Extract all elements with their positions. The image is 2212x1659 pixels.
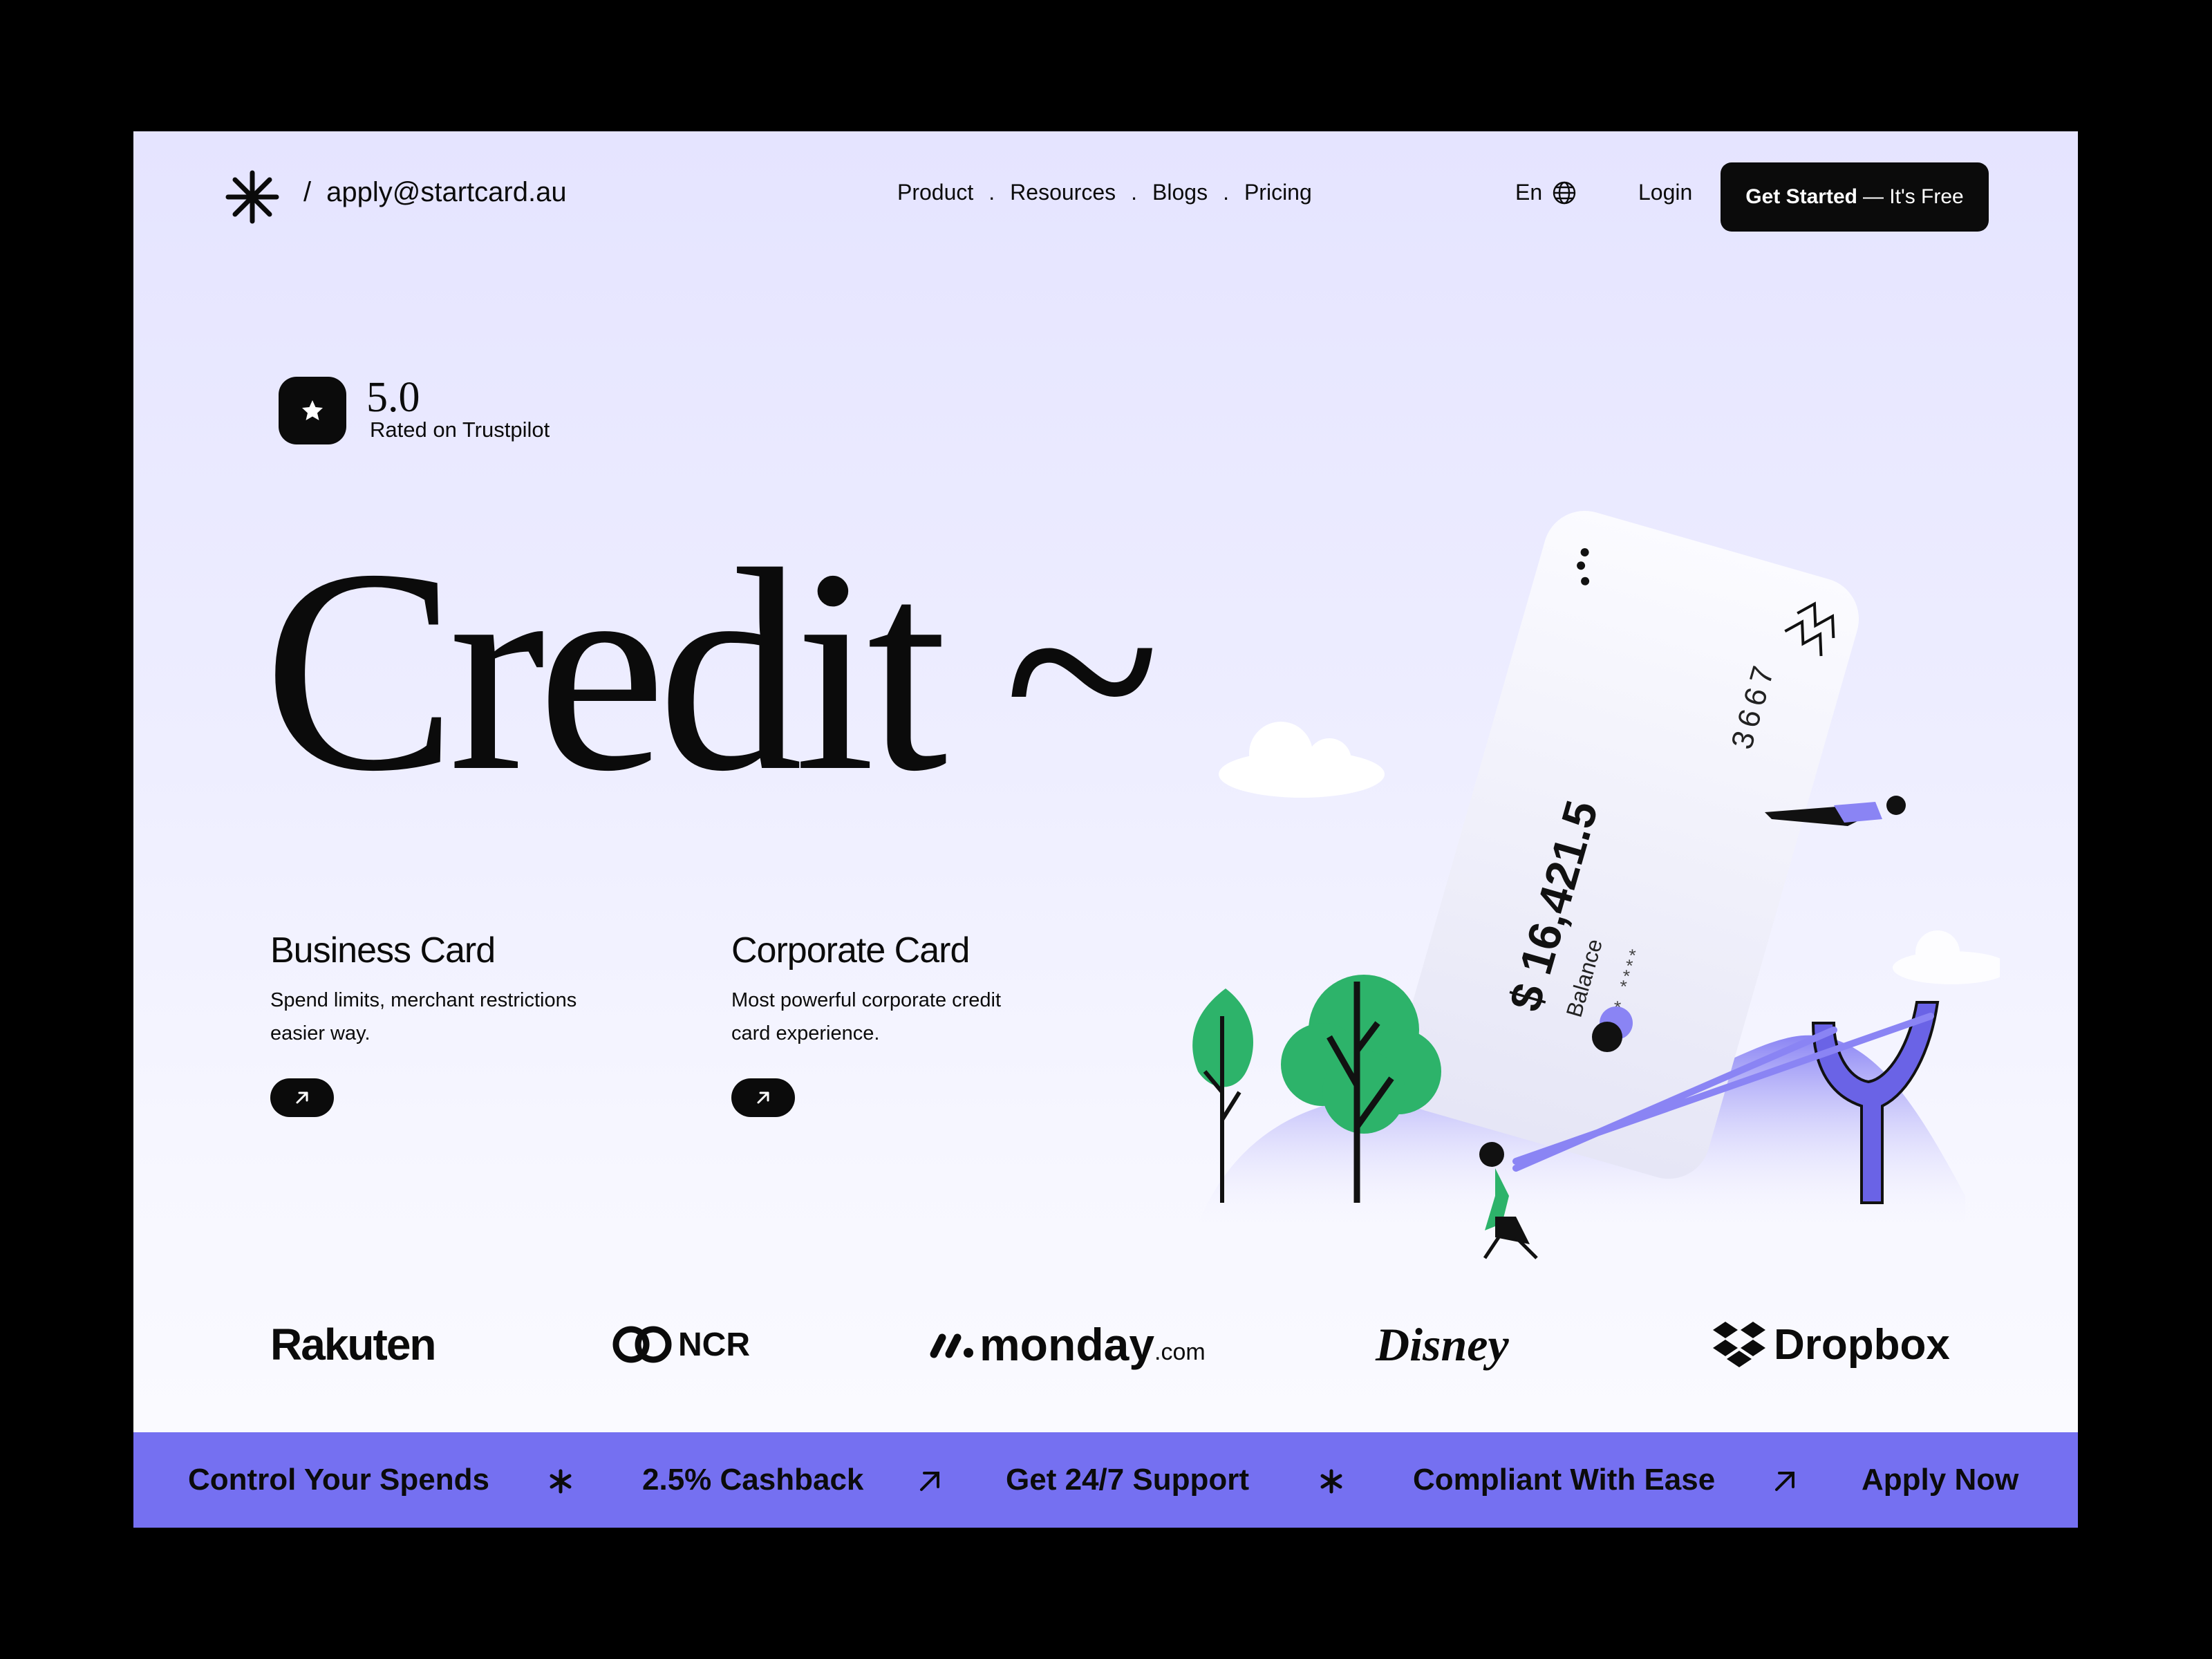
hero-title: Credit ~ (263, 509, 1161, 831)
asterisk-icon (550, 1469, 572, 1494)
feature-title: Corporate Card (731, 930, 970, 971)
corporate-card-arrow-button[interactable] (731, 1078, 795, 1117)
business-card-feature: Business Card Spend limits, merchant res… (270, 930, 644, 1117)
slingshot-card-illustration: 3667 $ 16,421.5 Balance **** **** (1192, 511, 2000, 1259)
arrow-up-right-icon (920, 1472, 939, 1491)
monday-wordmark: monday (980, 1319, 1155, 1370)
corporate-card-feature: Corporate Card Most powerful corporate c… (731, 930, 1105, 1117)
feature-description-line: Most powerful corporate credit (731, 989, 1002, 1011)
feature-description: Most powerful corporate credit card expe… (731, 984, 1105, 1050)
ticker-item[interactable]: 2.5% Cashback (642, 1432, 863, 1528)
rakuten-logo: Rakuten (270, 1320, 436, 1369)
rating-value: 5.0 (366, 374, 420, 421)
get-started-button[interactable]: Get Started — It's Free (1721, 162, 1989, 232)
nav-separator: . (988, 180, 995, 205)
ncr-wordmark: NCR (678, 1326, 750, 1363)
feature-title: Business Card (270, 930, 496, 971)
feature-description-line: easier way. (270, 1022, 371, 1044)
ticker-item[interactable]: Get 24/7 Support (1006, 1432, 1249, 1528)
apply-now-link[interactable]: Apply Now (1862, 1432, 2018, 1528)
client-logos: Rakuten NCR monday .com Disney Dropbox (133, 1310, 2078, 1379)
feature-description-line: Spend limits, merchant restrictions (270, 989, 577, 1011)
email-separator: / (303, 177, 312, 207)
feature-description-line: card experience. (731, 1022, 880, 1044)
nav-item-resources[interactable]: Resources (1010, 180, 1116, 205)
disney-logo: Disney (1376, 1318, 1509, 1371)
landing-page: / apply@startcard.au Product . Resources … (133, 131, 2078, 1528)
globe-icon (1553, 181, 1576, 204)
email-link[interactable]: apply@startcard.au (326, 177, 566, 207)
arrow-up-right-icon (296, 1091, 308, 1104)
arrow-up-right-icon (1775, 1472, 1794, 1491)
trustpilot-badge (279, 377, 346, 444)
cta-rest-label: — It's Free (1862, 185, 1964, 208)
business-card-arrow-button[interactable] (270, 1078, 334, 1117)
monday-mark-icon (930, 1333, 973, 1358)
nav-item-product[interactable]: Product (897, 180, 973, 205)
ncr-rings-icon (612, 1326, 672, 1363)
contact-email[interactable]: / apply@startcard.au (303, 177, 567, 208)
nav-item-blogs[interactable]: Blogs (1152, 180, 1208, 205)
dropbox-wordmark: Dropbox (1774, 1320, 1950, 1369)
asterisk-logo-icon[interactable] (225, 170, 279, 224)
ticker-item[interactable]: Compliant With Ease (1413, 1432, 1715, 1528)
asterisk-icon (1320, 1469, 1342, 1494)
language-label: En (1515, 180, 1543, 205)
nav-separator: . (1131, 180, 1138, 205)
monday-logo: monday .com (927, 1310, 1206, 1379)
arrow-up-right-icon (757, 1091, 769, 1104)
cta-bold-label: Get Started (1745, 185, 1857, 208)
dropbox-icon (1713, 1322, 1765, 1367)
monday-suffix: .com (1154, 1338, 1206, 1365)
nav-separator: . (1223, 180, 1229, 205)
feature-ticker: Control Your Spends 2.5% Cashback Get 24… (133, 1432, 2078, 1528)
feature-description: Spend limits, merchant restrictions easi… (270, 984, 644, 1050)
login-link[interactable]: Login (1638, 180, 1692, 205)
cloud-icon (1893, 930, 2000, 984)
cloud-icon (1219, 722, 1385, 798)
language-selector[interactable]: En (1515, 180, 1577, 205)
nav-item-pricing[interactable]: Pricing (1244, 180, 1312, 205)
ncr-logo: NCR (609, 1310, 750, 1379)
main-nav: Product . Resources . Blogs . Pricing (897, 180, 1312, 205)
star-icon (302, 400, 323, 420)
rating-label: Rated on Trustpilot (370, 418, 550, 442)
dropbox-logo: Dropbox (1712, 1310, 1950, 1379)
ticker-item[interactable]: Control Your Spends (188, 1432, 489, 1528)
